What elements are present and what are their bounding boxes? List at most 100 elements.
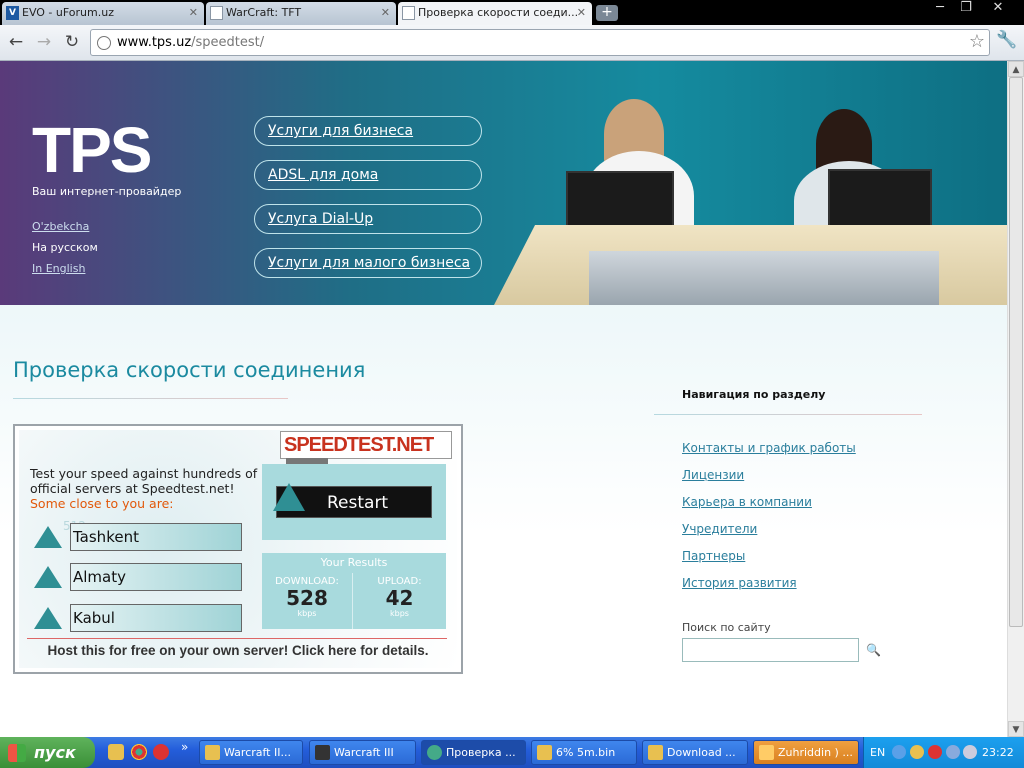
start-label: пуск [34,743,76,762]
tray-volume-icon[interactable] [963,745,977,759]
browser-toolbar: ← → ↻ www.tps.uz/speedtest/ ☆ 🔧 [0,25,1024,61]
tab-title: EVO - uForum.uz [22,6,114,19]
minimize-icon[interactable]: ─ [926,0,954,18]
sidebar-link-careers[interactable]: Карьера в компании [682,495,812,509]
speedtest-widget[interactable]: SPEEDTEST.NETMINI 512 Test your speed ag… [13,424,463,674]
page-favicon-icon [402,6,415,20]
download-result: DOWNLOAD: 528 kbps [262,573,353,629]
tab-title: Проверка скорости соеди... [418,6,579,19]
taskbar: пуск » Warcraft II... Warcraft III Прове… [0,737,1024,768]
monitor-right [828,169,932,233]
taskbar-item-chat[interactable]: Zuhriddin ) ... [753,740,859,765]
host-link[interactable]: Host this for free on your own server! C… [19,643,457,658]
section-nav-divider [654,414,922,415]
scroll-down-icon[interactable]: ▼ [1008,721,1024,737]
tray-shield-icon[interactable] [928,745,942,759]
taskbar-item-browser[interactable]: Проверка ... [421,740,526,765]
restart-button[interactable]: Restart [273,483,432,518]
bookmark-star-icon[interactable]: ☆ [969,31,985,52]
task-label: Warcraft III [334,746,394,759]
pyramid-icon [34,607,62,629]
wrench-icon[interactable]: 🔧 [996,30,1017,50]
envelope-icon [759,745,774,760]
nav-small-business-button[interactable]: Услуги для малого бизнеса [254,248,482,278]
start-button[interactable]: пуск [0,737,95,768]
speedtest-subtitle: Some close to you are: [30,496,174,511]
sidebar-link-partners[interactable]: Партнеры [682,549,745,563]
speedtest-divider [27,638,447,639]
taskbar-item-download[interactable]: Download ... [642,740,748,765]
search-input[interactable] [682,638,859,662]
tab-speedtest[interactable]: Проверка скорости соеди... ✕ [398,2,592,25]
folder-icon [205,745,220,760]
lang-uzbek-link[interactable]: O'zbekcha [32,220,89,233]
windows-flag-icon [8,744,26,762]
tps-logo[interactable]: TPS [32,113,152,187]
desk-front [589,251,939,305]
language-indicator[interactable]: EN [870,746,885,759]
sidebar-link-founders[interactable]: Учредители [682,522,757,536]
monitor-left [566,171,674,233]
url-host: www.tps.uz [117,35,192,50]
forward-arrow-icon[interactable]: → [32,31,56,53]
tray-arrow-icon[interactable] [892,745,906,759]
taskbar-item-warcraft2[interactable]: Warcraft II... [199,740,303,765]
quicklaunch-expand-icon[interactable]: » [181,740,188,754]
tray-network-icon[interactable] [946,745,960,759]
title-underline [13,398,288,399]
url-text[interactable]: www.tps.uz/speedtest/ [117,30,264,55]
server-kabul-button[interactable]: Kabul [30,604,242,632]
close-tab-icon[interactable]: ✕ [577,2,586,24]
header-banner: TPS Ваш интернет-провайдер O'zbekcha На … [0,61,1007,305]
pyramid-icon [34,526,62,548]
banner-photo [494,91,1007,305]
tab-evo[interactable]: V EVO - uForum.uz ✕ [2,2,204,25]
scroll-thumb[interactable] [1009,77,1023,627]
sidebar-link-licenses[interactable]: Лицензии [682,468,744,482]
restart-panel: Restart [262,464,446,540]
speedtest-logo[interactable]: SPEEDTEST.NETMINI [280,431,452,484]
url-path: /speedtest/ [191,35,265,50]
server-label: Almaty [70,563,242,591]
sidebar-link-history[interactable]: История развития [682,576,797,590]
address-bar[interactable]: www.tps.uz/speedtest/ ☆ [90,29,990,56]
speedtest-panel: SPEEDTEST.NETMINI 512 Test your speed ag… [19,430,457,668]
reload-icon[interactable]: ↻ [60,31,84,53]
search-label: Поиск по сайту [682,621,771,634]
server-almaty-button[interactable]: Almaty [30,563,242,591]
task-label: 6% 5m.bin [556,746,616,759]
taskbar-item-warcraft3[interactable]: Warcraft III [309,740,416,765]
chrome-icon[interactable] [131,744,147,760]
lang-english-link[interactable]: In English [32,262,85,275]
taskbar-item-download-bin[interactable]: 6% 5m.bin [531,740,637,765]
back-arrow-icon[interactable]: ← [4,31,28,53]
search-icon[interactable]: 🔍 [866,643,881,657]
results-panel: Your Results DOWNLOAD: 528 kbps UPLOAD: … [262,553,446,629]
lang-russian-current: На русском [32,241,98,254]
close-window-icon[interactable]: ✕ [984,0,1012,18]
nav-dialup-button[interactable]: Услуга Dial-Up [254,204,482,234]
restore-icon[interactable]: ❐ [952,0,980,18]
warcraft-icon [315,745,330,760]
section-nav-title: Навигация по разделу [682,388,826,401]
sidebar-link-contacts[interactable]: Контакты и график работы [682,441,856,455]
quicklaunch-folder-icon[interactable] [108,744,124,760]
server-label: Kabul [70,604,242,632]
close-tab-icon[interactable]: ✕ [189,2,198,24]
tab-warcraft[interactable]: WarCraft: TFT ✕ [206,2,396,25]
tray-download-icon[interactable] [910,745,924,759]
nav-business-button[interactable]: Услуги для бизнеса [254,116,482,146]
mail-agent-icon[interactable] [153,744,169,760]
new-tab-button[interactable]: + [596,5,618,21]
page-title: Проверка скорости соединения [13,358,366,382]
page-favicon-icon [210,6,223,20]
download-icon [648,745,663,760]
scroll-up-icon[interactable]: ▲ [1008,61,1024,77]
close-tab-icon[interactable]: ✕ [381,2,390,24]
nav-adsl-button[interactable]: ADSL для дома [254,160,482,190]
uforum-favicon-icon: V [6,6,19,20]
download-value: 528 [286,586,328,610]
server-tashkent-button[interactable]: Tashkent [30,523,242,551]
speedtest-brand: SPEEDTEST.NET [284,434,434,456]
vertical-scrollbar[interactable]: ▲ ▼ [1007,61,1024,737]
